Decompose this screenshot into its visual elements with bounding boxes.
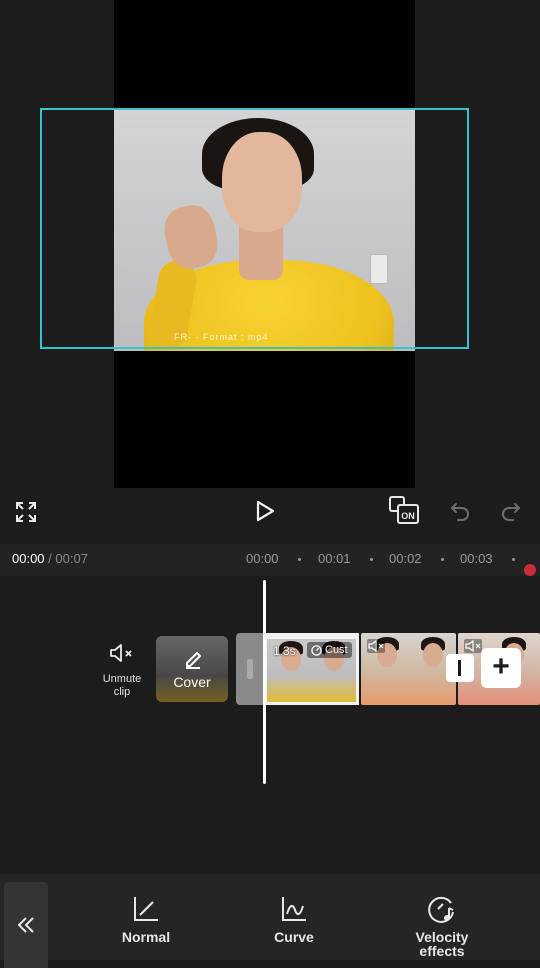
speaker-muted-icon	[110, 644, 132, 662]
undo-icon	[450, 503, 469, 521]
ruler-tick: 00:02	[389, 551, 422, 566]
play-button[interactable]	[250, 496, 280, 526]
record-indicator	[524, 564, 536, 576]
ruler-dot	[370, 558, 373, 561]
plus-icon: +	[492, 650, 510, 683]
velocity-effects-button[interactable]: Velocity effects	[392, 894, 492, 958]
time-separator: /	[48, 551, 52, 566]
redo-icon	[502, 503, 521, 521]
player-toolbar: ON	[0, 488, 540, 544]
playhead[interactable]	[263, 580, 266, 784]
velocity-effects-icon	[428, 896, 454, 923]
timeline-track[interactable]: Unmute clip Cover 1.3s Cust +	[0, 576, 540, 876]
play-icon	[256, 500, 275, 522]
selection-box[interactable]	[40, 108, 469, 349]
transition-marker[interactable]	[446, 654, 474, 682]
timeline-clip[interactable]	[361, 633, 456, 705]
speaker-muted-icon	[465, 639, 481, 653]
ruler-dot	[298, 558, 301, 561]
double-chevron-left-icon	[17, 917, 34, 933]
speedometer-icon	[311, 644, 322, 656]
ruler-tick: 00:01	[318, 551, 351, 566]
total-time: 00:07	[55, 551, 88, 566]
trim-handle-left[interactable]	[236, 633, 264, 705]
fullscreen-button[interactable]	[12, 498, 40, 526]
redo-button[interactable]	[497, 497, 525, 525]
clip-muted-badge	[367, 639, 385, 653]
speed-toolbar: Normal Curve Velocity effects	[0, 874, 540, 968]
compare-toggle-button[interactable]: ON	[386, 493, 424, 527]
compare-on-icon: ON	[389, 496, 419, 524]
current-time: 00:00	[12, 551, 45, 566]
speaker-muted-icon	[368, 639, 384, 653]
ruler-tick: 00:03	[460, 551, 493, 566]
pencil-icon	[186, 652, 201, 669]
cover-label: Cover	[173, 674, 211, 690]
thumb-head	[423, 643, 443, 667]
unmute-clip-button[interactable]: Unmute clip	[96, 642, 148, 699]
undo-button[interactable]	[446, 497, 474, 525]
clip-duration: 1.3s	[273, 644, 296, 658]
time-display: 00:00 / 00:07	[12, 551, 88, 566]
add-clip-button[interactable]: +	[481, 648, 521, 688]
normal-speed-icon	[134, 897, 158, 921]
clip-muted-badge	[464, 639, 482, 653]
cover-button[interactable]: Cover	[156, 636, 228, 702]
trim-grip	[247, 659, 253, 679]
curve-speed-icon	[282, 897, 306, 921]
time-ruler[interactable]: 00:00 / 00:07 00:00 00:01 00:02 00:03	[0, 544, 540, 576]
fullscreen-icon	[16, 502, 36, 522]
svg-text:ON: ON	[401, 511, 415, 521]
normal-speed-label: Normal	[121, 929, 171, 945]
ruler-tick: 00:00	[246, 551, 279, 566]
velocity-effects-label: Velocity effects	[415, 929, 469, 959]
back-button[interactable]	[4, 882, 48, 968]
normal-speed-button[interactable]: Normal	[96, 894, 196, 944]
speed-badge: Cust	[307, 642, 352, 658]
transition-marker-bar	[458, 660, 461, 676]
curve-speed-label: Curve	[274, 929, 314, 945]
video-preview[interactable]: FR· · Format : mp4	[0, 0, 540, 488]
curve-speed-button[interactable]: Curve	[244, 894, 344, 944]
ruler-dot	[441, 558, 444, 561]
ruler-dot	[512, 558, 515, 561]
speed-badge-label: Cust	[325, 644, 348, 656]
unmute-clip-label: Unmute clip	[102, 673, 142, 698]
selected-clip[interactable]: 1.3s Cust	[264, 633, 359, 705]
